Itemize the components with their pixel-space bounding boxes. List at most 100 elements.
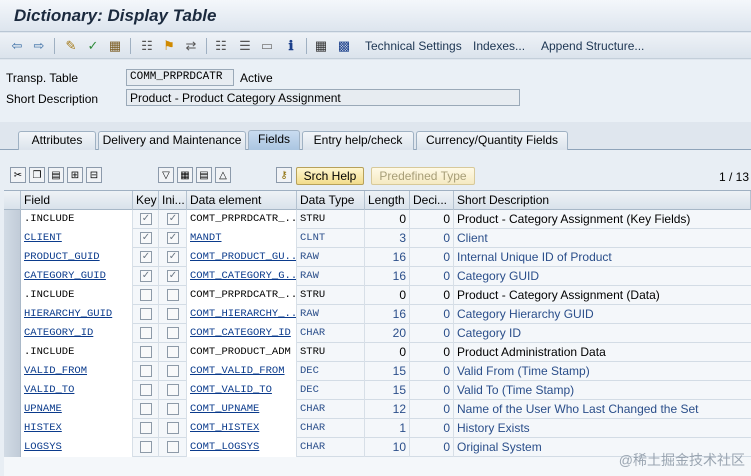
table-row[interactable]: PRODUCT_GUID ✓ ✓ COMT_PRODUCT_GU... RAW 16 0 In… [4,248,751,267]
table-row[interactable]: HISTEX COMT_HISTEX CHAR 1 0 History Exists [4,419,751,438]
initial-checkbox[interactable]: ✓ [167,232,179,244]
key-checkbox[interactable]: ✓ [140,270,152,282]
check-icon[interactable]: ✓ [84,37,102,55]
initial-checkbox[interactable] [167,289,179,301]
key-icon[interactable]: ⚷ [276,167,292,183]
row-selector[interactable] [4,248,21,267]
select-all-icon[interactable]: ▦ [177,167,193,183]
indexes-button[interactable]: Indexes... [473,39,525,53]
row-selector[interactable] [4,324,21,343]
delete-row-icon[interactable]: ⊟ [86,167,102,183]
filter-icon[interactable]: ▽ [158,167,174,183]
initial-checkbox[interactable] [167,308,179,320]
initial-checkbox[interactable] [167,384,179,396]
where-used-icon[interactable]: ⚑ [160,37,178,55]
field-name-cell[interactable]: .INCLUDE [21,286,133,305]
data-element-cell[interactable]: COMT_PRPRDCATR_... [187,286,297,305]
data-element-cell[interactable]: COMT_CATEGORY_ID [187,324,297,343]
table-name-field[interactable]: COMM_PRPRDCATR [126,69,234,86]
grid-icon[interactable]: ▩ [335,37,353,55]
key-checkbox[interactable]: ✓ [140,213,152,225]
cut-icon[interactable]: ✂ [10,167,26,183]
initial-checkbox[interactable]: ✓ [167,270,179,282]
initial-checkbox[interactable] [167,441,179,453]
table-row[interactable]: CLIENT ✓ ✓ MANDT CLNT 3 0 Client [4,229,751,248]
column-header-initial[interactable]: Ini... [159,191,187,210]
field-name-cell[interactable]: VALID_FROM [21,362,133,381]
initial-checkbox[interactable] [167,403,179,415]
data-element-cell[interactable]: COMT_CATEGORY_G... [187,267,297,286]
tab-delivery-maintenance[interactable]: Delivery and Maintenance [98,131,246,150]
tree-icon[interactable]: ☰ [236,37,254,55]
key-checkbox[interactable] [140,384,152,396]
window-icon[interactable]: ▭ [258,37,276,55]
key-checkbox[interactable] [140,441,152,453]
copy-icon[interactable]: ❐ [29,167,45,183]
search-help-button[interactable]: Srch Help [296,167,364,185]
insert-row-icon[interactable]: ⊞ [67,167,83,183]
data-element-cell[interactable]: COMT_UPNAME [187,400,297,419]
activate-icon[interactable]: ▦ [106,37,124,55]
initial-checkbox[interactable] [167,327,179,339]
key-checkbox[interactable] [140,289,152,301]
tab-attributes[interactable]: Attributes [18,131,96,150]
field-name-cell[interactable]: LOGSYS [21,438,133,457]
data-element-cell[interactable]: COMT_PRODUCT_ADM [187,343,297,362]
key-checkbox[interactable]: ✓ [140,251,152,263]
predefined-type-button[interactable]: Predefined Type [371,167,475,185]
column-header-data-type[interactable]: Data Type [297,191,365,210]
display-change-icon[interactable]: ✎ [62,37,80,55]
tab-currency-quantity[interactable]: Currency/Quantity Fields [416,131,568,150]
row-selector[interactable] [4,305,21,324]
field-name-cell[interactable]: PRODUCT_GUID [21,248,133,267]
row-selector[interactable] [4,343,21,362]
info-icon[interactable]: ℹ [282,37,300,55]
data-element-cell[interactable]: COMT_PRPRDCATR_... [187,210,297,229]
field-name-cell[interactable]: UPNAME [21,400,133,419]
hierarchy-icon[interactable]: ☷ [138,37,156,55]
table-row[interactable]: VALID_TO COMT_VALID_TO DEC 15 0 Valid To (Tim… [4,381,751,400]
tab-fields[interactable]: Fields [248,130,300,151]
row-selector[interactable] [4,362,21,381]
row-selector[interactable] [4,400,21,419]
data-element-cell[interactable]: COMT_VALID_TO [187,381,297,400]
row-selector[interactable] [4,419,21,438]
navigate-icon[interactable]: ⇄ [182,37,200,55]
initial-checkbox[interactable] [167,422,179,434]
field-name-cell[interactable]: HISTEX [21,419,133,438]
field-name-cell[interactable]: CLIENT [21,229,133,248]
row-selector[interactable] [4,381,21,400]
data-element-cell[interactable]: COMT_VALID_FROM [187,362,297,381]
sort-icon[interactable]: △ [215,167,231,183]
append-structure-button[interactable]: Append Structure... [541,39,644,53]
key-checkbox[interactable] [140,346,152,358]
field-name-cell[interactable]: CATEGORY_GUID [21,267,133,286]
table-row[interactable]: VALID_FROM COMT_VALID_FROM DEC 15 0 Valid Fro… [4,362,751,381]
back-arrow-icon[interactable]: ⇦ [8,37,26,55]
column-header-short-description[interactable]: Short Description [454,191,751,210]
table-row[interactable]: .INCLUDE COMT_PRODUCT_ADM STRU 0 0 Product Ad… [4,343,751,362]
field-name-cell[interactable]: VALID_TO [21,381,133,400]
key-checkbox[interactable] [140,308,152,320]
paste-icon[interactable]: ▤ [48,167,64,183]
key-checkbox[interactable] [140,365,152,377]
graphic-icon[interactable]: ☷ [212,37,230,55]
initial-checkbox[interactable] [167,346,179,358]
row-selector[interactable] [4,438,21,457]
forward-arrow-icon[interactable]: ⇨ [30,37,48,55]
column-header-length[interactable]: Length [365,191,410,210]
data-element-cell[interactable]: COMT_HIERARCHY_... [187,305,297,324]
key-checkbox[interactable] [140,403,152,415]
column-header-field[interactable]: Field [21,191,133,210]
column-header-data-element[interactable]: Data element [187,191,297,210]
initial-checkbox[interactable]: ✓ [167,251,179,263]
data-element-cell[interactable]: MANDT [187,229,297,248]
tab-entry-help[interactable]: Entry help/check [302,131,414,150]
initial-checkbox[interactable] [167,365,179,377]
table-row[interactable]: .INCLUDE ✓ ✓ COMT_PRPRDCATR_... STRU 0 0 Produc… [4,210,751,229]
key-checkbox[interactable] [140,327,152,339]
table-row[interactable]: UPNAME COMT_UPNAME CHAR 12 0 Name of the User… [4,400,751,419]
data-element-cell[interactable]: COMT_PRODUCT_GU... [187,248,297,267]
column-header-key[interactable]: Key [133,191,159,210]
technical-settings-button[interactable]: Technical Settings [365,39,462,53]
